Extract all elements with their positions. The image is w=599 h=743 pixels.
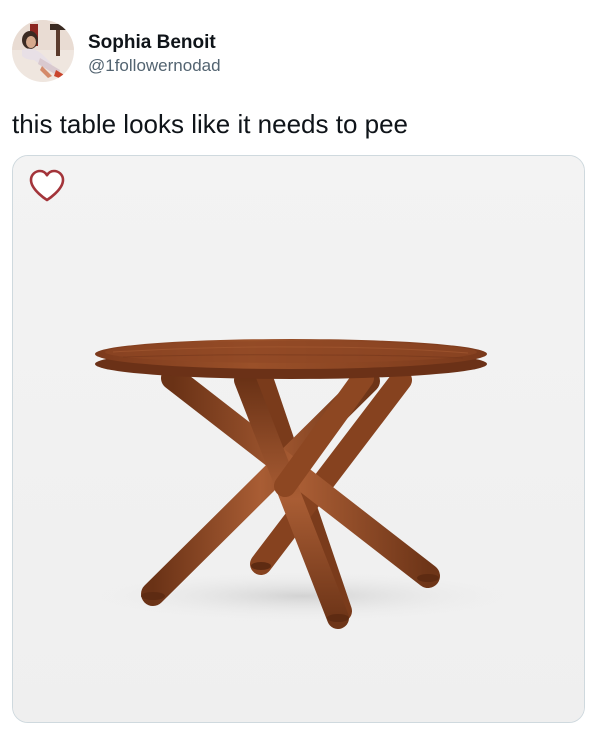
table-photo <box>13 156 584 722</box>
tweet-media[interactable] <box>12 155 585 723</box>
avatar-image <box>12 20 74 82</box>
tweet-card: Sophia Benoit @1followernodad this table… <box>0 0 599 743</box>
user-handle[interactable]: @1followernodad <box>88 55 221 76</box>
display-name[interactable]: Sophia Benoit <box>88 32 221 54</box>
table-top <box>95 339 487 379</box>
avatar[interactable] <box>12 20 74 82</box>
user-info: Sophia Benoit @1followernodad <box>88 32 221 76</box>
tweet-text: this table looks like it needs to pee <box>12 109 409 139</box>
tweet-header: Sophia Benoit @1followernodad <box>12 20 221 84</box>
heart-outline-icon[interactable] <box>28 168 66 204</box>
